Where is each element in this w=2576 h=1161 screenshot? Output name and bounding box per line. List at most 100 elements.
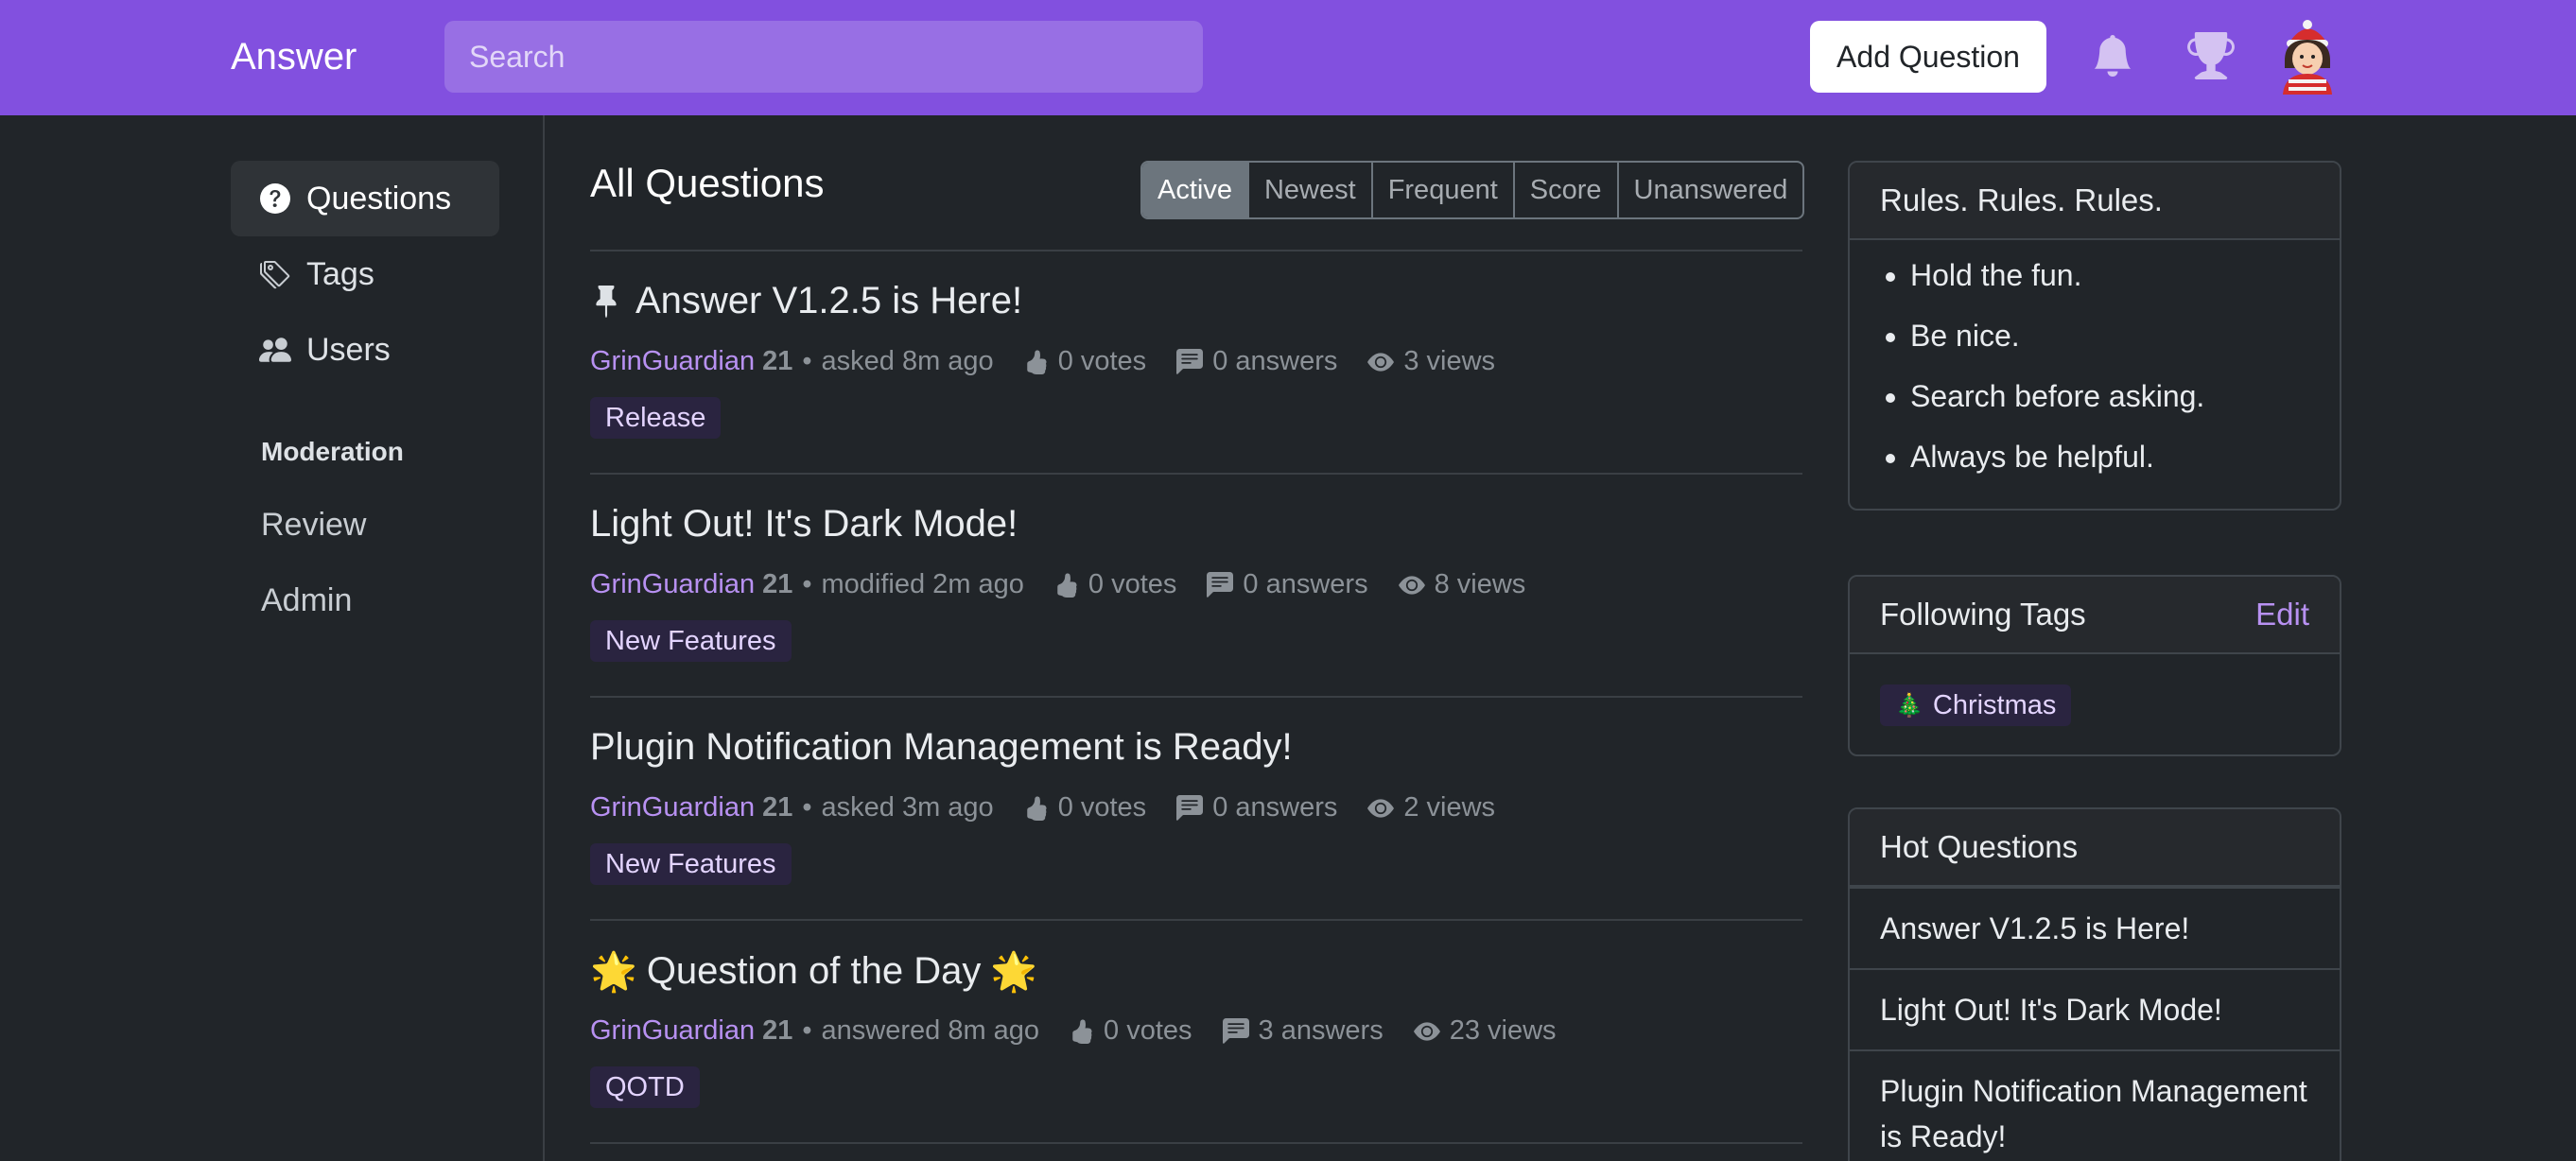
question-activity[interactable]: asked 8m ago	[822, 346, 994, 377]
list-item: Be nice.	[1910, 318, 2309, 354]
sidebar-item-tags[interactable]: Tags	[231, 236, 499, 312]
top-navbar: Answer Add Question	[0, 0, 2576, 115]
comment-icon	[1222, 1017, 1249, 1044]
question-activity[interactable]: answered 8m ago	[822, 1015, 1040, 1047]
answers-stat: 3 answers	[1222, 1015, 1384, 1047]
sidebar-item-label: Questions	[306, 180, 452, 217]
user-avatar[interactable]	[2275, 19, 2340, 95]
tag-badge[interactable]: QOTD	[590, 1066, 700, 1108]
tab-active[interactable]: Active	[1142, 163, 1247, 217]
author-reputation: 21	[762, 346, 793, 376]
eye-icon	[1367, 352, 1395, 372]
meta-separator: •	[802, 346, 812, 376]
author-reputation: 21	[762, 792, 793, 823]
tag-badge[interactable]: 🎄 Christmas	[1880, 684, 2072, 726]
author-link[interactable]: GrinGuardian	[590, 569, 755, 600]
hot-question-link[interactable]: Light Out! It's Dark Mode!	[1850, 968, 2340, 1049]
tag-badge[interactable]: New Features	[590, 843, 792, 885]
list-item: Always be helpful.	[1910, 439, 2309, 475]
bell-icon[interactable]	[2084, 25, 2141, 87]
eye-icon	[1367, 798, 1395, 818]
thumbs-up-icon	[1026, 795, 1047, 821]
card-header: Rules. Rules. Rules.	[1850, 163, 2340, 240]
divider	[590, 473, 1802, 475]
card-header: Following Tags Edit	[1850, 577, 2340, 654]
votes-stat: 0 votes	[1070, 1015, 1192, 1047]
card-title: Following Tags	[1880, 597, 2086, 632]
people-icon	[259, 334, 291, 366]
divider	[590, 1142, 1802, 1144]
author-link[interactable]: GrinGuardian	[590, 792, 755, 823]
author-link[interactable]: GrinGuardian	[590, 346, 755, 377]
question-activity[interactable]: modified 2m ago	[822, 569, 1024, 600]
tab-score[interactable]: Score	[1512, 163, 1617, 217]
sidebar-divider	[543, 115, 545, 1161]
views-stat: 23 views	[1413, 1015, 1557, 1047]
divider	[590, 696, 1802, 698]
card-header: Hot Questions	[1850, 809, 2340, 887]
list-item: Search before asking.	[1910, 378, 2309, 414]
brand-logo[interactable]: Answer	[231, 32, 357, 81]
rules-list: Hold the fun. Be nice. Search before ask…	[1850, 240, 2340, 509]
question-meta: GrinGuardian 21 • asked 8m ago 0 votes 0…	[590, 346, 1495, 377]
page-title: All Questions	[590, 161, 825, 205]
question-meta: GrinGuardian 21 • asked 3m ago 0 votes 0…	[590, 792, 1495, 823]
author-reputation: 21	[762, 1015, 793, 1046]
tab-newest[interactable]: Newest	[1246, 163, 1371, 217]
question-title[interactable]: Plugin Notification Management is Ready!	[590, 726, 1293, 769]
eye-icon	[1413, 1021, 1440, 1041]
comment-icon	[1176, 794, 1204, 821]
sidebar-item-users[interactable]: Users	[231, 312, 499, 388]
answers-stat: 0 answers	[1176, 792, 1337, 823]
votes-stat: 0 votes	[1024, 792, 1146, 823]
hot-question-link[interactable]: Answer V1.2.5 is Here!	[1850, 887, 2340, 968]
question-title-text: Question of the Day	[646, 950, 982, 992]
trophy-icon[interactable]	[2183, 25, 2239, 87]
sidebar-item-review[interactable]: Review	[261, 507, 366, 544]
hot-questions-card: Hot Questions Answer V1.2.5 is Here! Lig…	[1848, 807, 2341, 1161]
hot-question-link[interactable]: Plugin Notification Management is Ready!	[1850, 1049, 2340, 1161]
eye-icon	[1398, 575, 1425, 595]
question-title-text: Light Out! It's Dark Mode!	[590, 503, 1018, 545]
tag-badge[interactable]: New Features	[590, 620, 792, 662]
question-meta: GrinGuardian 21 • answered 8m ago 0 vote…	[590, 1015, 1557, 1047]
card-title: Rules. Rules. Rules.	[1880, 182, 2163, 217]
divider	[590, 250, 1802, 251]
question-meta: GrinGuardian 21 • modified 2m ago 0 vote…	[590, 569, 1525, 600]
thumbs-up-icon	[1072, 1018, 1092, 1044]
question-circle-icon	[259, 182, 291, 215]
question-title[interactable]: Answer V1.2.5 is Here!	[590, 280, 1022, 322]
votes-stat: 0 votes	[1024, 346, 1146, 377]
star-emoji-icon: 🌟	[590, 951, 637, 993]
question-title[interactable]: 🌟 Question of the Day 🌟	[590, 949, 1037, 994]
divider	[590, 919, 1802, 921]
thumbs-up-icon	[1026, 349, 1047, 374]
sidebar-item-questions[interactable]: Questions	[231, 161, 499, 236]
comment-icon	[1176, 348, 1204, 374]
add-question-button[interactable]: Add Question	[1810, 21, 2046, 93]
edit-link[interactable]: Edit	[2255, 597, 2309, 632]
sidebar-item-label: Tags	[306, 255, 374, 292]
sidebar-item-admin[interactable]: Admin	[261, 582, 352, 619]
search-input[interactable]	[444, 21, 1203, 93]
rules-card: Rules. Rules. Rules. Hold the fun. Be ni…	[1848, 161, 2341, 511]
moderation-heading: Moderation	[261, 437, 404, 466]
views-stat: 2 views	[1367, 792, 1495, 823]
question-title[interactable]: Light Out! It's Dark Mode!	[590, 503, 1018, 546]
author-reputation: 21	[762, 569, 793, 599]
meta-separator: •	[802, 792, 812, 823]
tab-unanswered[interactable]: Unanswered	[1616, 163, 1803, 217]
sort-tabs: Active Newest Frequent Score Unanswered	[1140, 161, 1805, 219]
meta-separator: •	[802, 1015, 812, 1046]
tab-frequent[interactable]: Frequent	[1370, 163, 1513, 217]
tag-badge[interactable]: Release	[590, 397, 722, 439]
tags-icon	[259, 258, 291, 290]
list-item: Hold the fun.	[1910, 257, 2309, 293]
star-emoji-icon: 🌟	[990, 951, 1038, 993]
votes-stat: 0 votes	[1054, 569, 1176, 600]
comment-icon	[1207, 571, 1234, 598]
question-activity[interactable]: asked 3m ago	[822, 792, 994, 823]
author-link[interactable]: GrinGuardian	[590, 1015, 755, 1047]
card-title: Hot Questions	[1880, 829, 2079, 864]
meta-separator: •	[802, 569, 812, 599]
